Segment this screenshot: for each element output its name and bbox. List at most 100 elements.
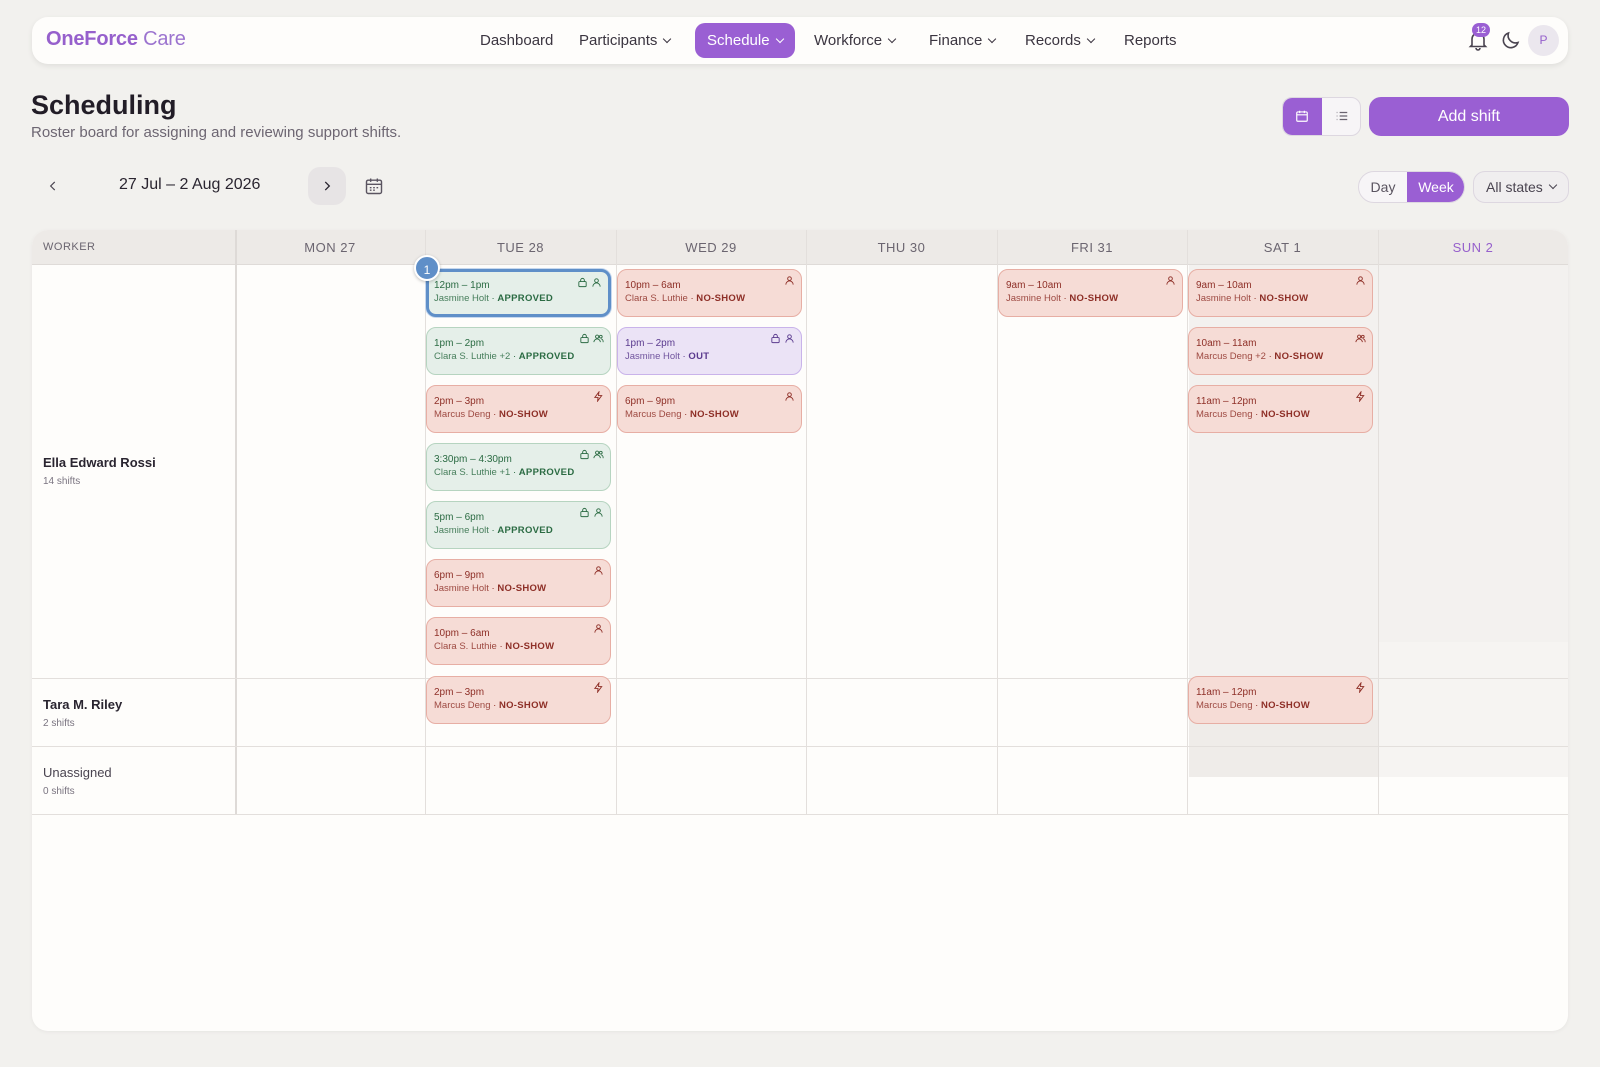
shift-time: 9am – 10am: [1006, 280, 1062, 291]
next-week-button[interactable]: [308, 167, 346, 205]
day-view-button[interactable]: Day: [1359, 172, 1407, 202]
shift-status: NO-SHOW: [696, 293, 746, 304]
shift-card[interactable]: 5pm – 6pm Jasmine Holt · APPROVED: [426, 501, 611, 549]
avatar[interactable]: P: [1528, 25, 1559, 56]
state-filter-select[interactable]: All states: [1473, 171, 1569, 203]
shift-card[interactable]: 12pm – 1pm Jasmine Holt · APPROVED: [426, 269, 611, 317]
week-view-button[interactable]: Week: [1407, 172, 1464, 202]
chevron-down-icon: [1548, 180, 1558, 190]
chevron-down-icon: [663, 34, 672, 44]
shift-worker: Clara S. Luthie +2: [434, 351, 511, 362]
worker-shift-count: 2 shifts: [43, 718, 75, 729]
shift-status: NO-SHOW: [497, 583, 547, 594]
shift-status: NO-SHOW: [1260, 409, 1311, 420]
separator: ·: [1252, 409, 1261, 420]
shift-worker: Marcus Deng +2: [1196, 351, 1266, 362]
shift-worker: Marcus Deng: [434, 700, 491, 711]
shift-status: OUT: [688, 351, 710, 362]
separator: ·: [490, 409, 499, 420]
shift-icons: [579, 507, 604, 518]
shift-assignee: Clara S. Luthie +2 · APPROVED: [434, 351, 610, 362]
shift-status: NO-SHOW: [1274, 351, 1324, 362]
worker-name[interactable]: Unassigned: [43, 765, 112, 780]
shift-card[interactable]: 6pm – 9pm Jasmine Holt · NO-SHOW: [426, 559, 611, 607]
shift-icons: [593, 391, 604, 402]
bolt-icon: [593, 391, 603, 402]
list-icon: [1336, 111, 1348, 121]
nav-schedule[interactable]: Schedule: [695, 23, 795, 58]
shift-assignee: Clara S. Luthie · NO-SHOW: [434, 641, 610, 652]
shift-card[interactable]: 1pm – 2pm Jasmine Holt · OUT: [617, 327, 802, 375]
worker-shift-count: 0 shifts: [43, 786, 75, 797]
shift-card[interactable]: 2pm – 3pm Marcus Deng · NO-SHOW: [426, 676, 611, 724]
shift-assignee: Jasmine Holt · APPROVED: [434, 525, 610, 536]
moon-icon[interactable]: [1499, 28, 1523, 52]
shift-assignee: Jasmine Holt · OUT: [625, 351, 801, 362]
shift-card[interactable]: 3:30pm – 4:30pm Clara S. Luthie +1 · APPR…: [426, 443, 611, 491]
shift-worker: Clara S. Luthie +1: [434, 467, 511, 478]
shift-status: APPROVED: [518, 467, 575, 478]
people-icon: [1355, 334, 1366, 343]
shift-assignee: Marcus Deng · NO-SHOW: [1196, 700, 1372, 711]
brand-logo[interactable]: OneForce Care: [46, 28, 186, 51]
worker-name[interactable]: Tara M. Riley: [43, 697, 122, 712]
nav-records[interactable]: Records: [1013, 23, 1106, 58]
calendar-view-button[interactable]: [1283, 98, 1322, 135]
shift-card[interactable]: 10pm – 6am Clara S. Luthie · NO-SHOW: [617, 269, 802, 317]
bolt-icon: [593, 682, 603, 693]
shift-worker: Marcus Deng: [434, 409, 491, 420]
add-shift-button[interactable]: Add shift: [1369, 97, 1569, 136]
chevron-down-icon: [988, 34, 997, 44]
grid-divider: [616, 230, 617, 814]
shift-icons: [593, 682, 604, 693]
previous-week-button[interactable]: [36, 167, 66, 205]
shift-worker: Jasmine Holt: [434, 525, 489, 536]
roster-board: WORKER MON 27 TUE 28 WED 29 THU 30 FRI 3…: [32, 230, 1568, 1031]
list-view-button[interactable]: [1323, 98, 1360, 135]
nav-reports[interactable]: Reports: [1112, 23, 1189, 58]
shift-status: NO-SHOW: [1260, 700, 1311, 711]
weekend-shade: [1379, 642, 1568, 777]
shift-card[interactable]: 10pm – 6am Clara S. Luthie · NO-SHOW: [426, 617, 611, 665]
nav-workforce[interactable]: Workforce: [802, 23, 907, 58]
shift-card[interactable]: 10am – 11am Marcus Deng +2 · NO-SHOW: [1188, 327, 1373, 375]
shift-icons: [1165, 275, 1176, 286]
person-icon: [594, 566, 603, 575]
shift-card[interactable]: 1pm – 2pm Clara S. Luthie +2 · APPROVED: [426, 327, 611, 375]
shift-assignee: Jasmine Holt · NO-SHOW: [434, 583, 610, 594]
day-header-tue: TUE 28: [496, 240, 545, 255]
person-icon: [594, 624, 603, 633]
board-header: WORKER MON 27 TUE 28 WED 29 THU 30 FRI 3…: [32, 230, 1568, 265]
lock-icon: [580, 449, 589, 460]
shift-card[interactable]: 9am – 10am Jasmine Holt · NO-SHOW: [1188, 269, 1373, 317]
shift-time: 10pm – 6am: [625, 280, 681, 291]
page-title: Scheduling: [31, 90, 177, 120]
shift-time: 6pm – 9pm: [434, 570, 485, 581]
shift-worker: Clara S. Luthie: [434, 641, 497, 652]
lock-icon: [578, 277, 587, 288]
nav-finance[interactable]: Finance: [917, 23, 1007, 58]
shift-status: APPROVED: [497, 525, 554, 536]
shift-status: NO-SHOW: [689, 409, 740, 420]
date-picker-icon[interactable]: [364, 176, 384, 196]
day-header-sun: SUN 2: [1452, 240, 1494, 255]
shift-assignee: Marcus Deng · NO-SHOW: [434, 409, 610, 420]
shift-status: NO-SHOW: [505, 641, 555, 652]
shift-time: 10am – 11am: [1196, 338, 1257, 349]
worker-shift-count: 14 shifts: [43, 476, 81, 487]
shift-assignee: Marcus Deng · NO-SHOW: [1196, 409, 1372, 420]
nav-dashboard[interactable]: Dashboard: [468, 23, 565, 58]
shift-worker: Jasmine Holt: [1006, 293, 1061, 304]
grid-divider: [1187, 230, 1188, 814]
shift-card[interactable]: 6pm – 9pm Marcus Deng · NO-SHOW: [617, 385, 802, 433]
shift-time: 2pm – 3pm: [434, 687, 485, 698]
shift-card[interactable]: 11am – 12pm Marcus Deng · NO-SHOW: [1188, 676, 1373, 724]
chevron-down-icon: [887, 34, 897, 44]
nav-participants[interactable]: Participants: [567, 23, 682, 58]
shift-card[interactable]: 2pm – 3pm Marcus Deng · NO-SHOW: [426, 385, 611, 433]
separator: ·: [510, 351, 519, 362]
shift-card[interactable]: 9am – 10am Jasmine Holt · NO-SHOW: [998, 269, 1183, 317]
shift-card[interactable]: 11am – 12pm Marcus Deng · NO-SHOW: [1188, 385, 1373, 433]
separator: ·: [1252, 700, 1261, 711]
worker-name[interactable]: Ella Edward Rossi: [43, 455, 156, 470]
